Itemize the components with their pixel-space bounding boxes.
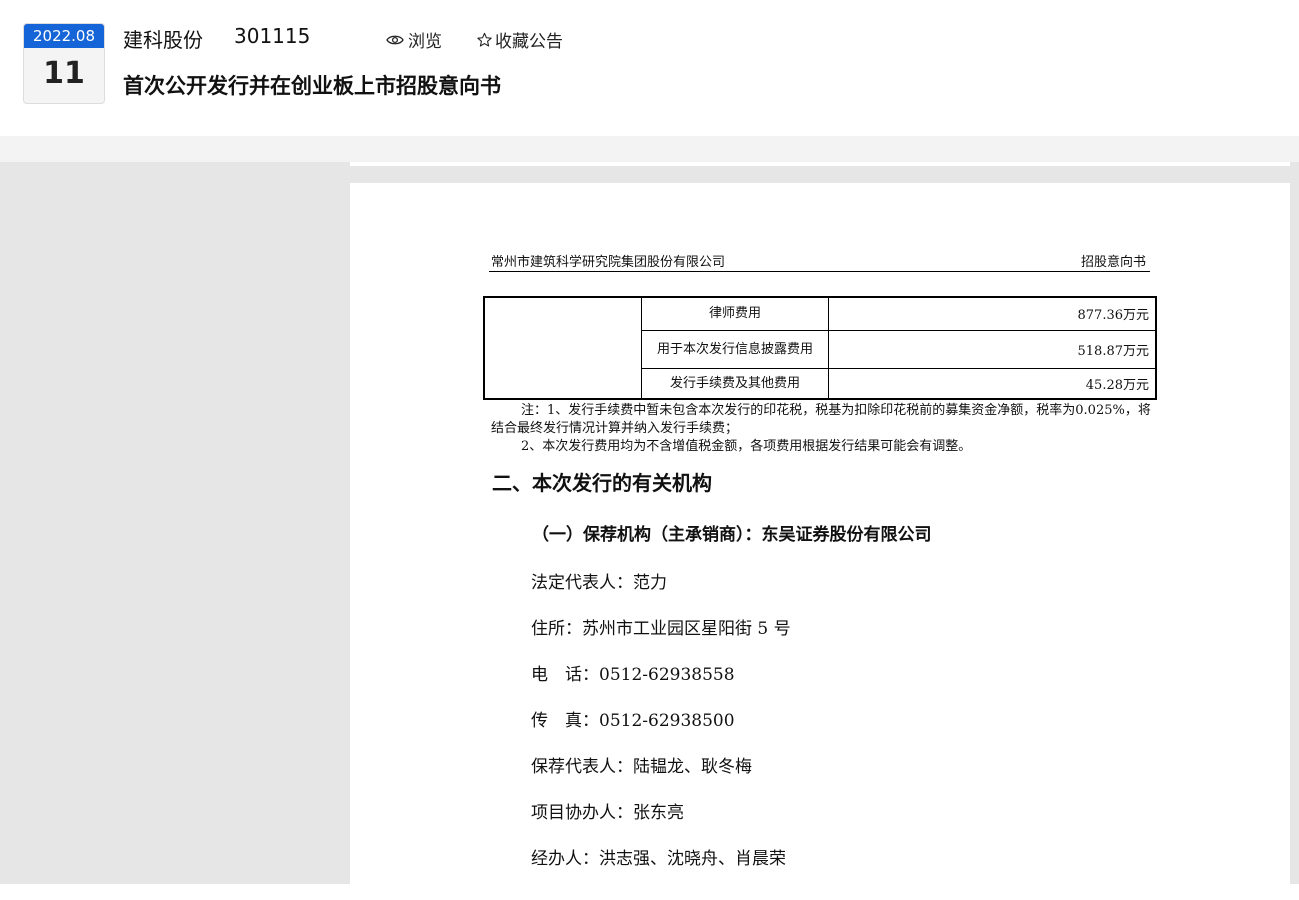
info-address: 住所：苏州市工业园区星阳街 5 号 [531,619,791,639]
doc-running-header: 常州市建筑科学研究院集团股份有限公司 招股意向书 [489,251,1150,272]
star-icon [477,32,492,47]
sub-heading: （一）保荐机构（主承销商）：东吴证券股份有限公司 [532,525,932,545]
note-line-2: 2、本次发行费用均为不含增值税金额，各项费用根据发行结果可能会有调整。 [521,439,972,454]
viewer-toolbar [0,136,1299,162]
fee-amount: 518.87万元 [828,329,1157,369]
browse-button[interactable]: 浏览 [386,27,442,52]
fee-notes: 注：1、发行手续费中暂未包含本次发行的印花税，税基为扣除印花税前的募集资金净额，… [491,402,1155,456]
info-phone: 电 话：0512-62938558 [531,665,735,685]
document-page: 常州市建筑科学研究院集团股份有限公司 招股意向书 律师费用 877.36万元 用… [350,183,1290,884]
company-name[interactable]: 建科股份 [123,24,203,53]
fee-amount: 877.36万元 [828,296,1157,331]
info-project-coordinator: 项目协办人：张东亮 [531,803,684,823]
date-day: 11 [43,56,85,91]
favorite-label: 收藏公告 [495,32,563,52]
browse-label: 浏览 [408,32,442,52]
bottom-strip [0,884,1299,900]
date-year-month: 2022.08 [24,24,104,48]
document-viewer[interactable]: 常州市建筑科学研究院集团股份有限公司 招股意向书 律师费用 877.36万元 用… [0,162,1299,884]
info-handlers: 经办人：洪志强、沈晓舟、肖晨荣 [531,849,786,869]
doc-header-doctype: 招股意向书 [1080,255,1146,270]
info-fax: 传 真：0512-62938500 [531,711,735,731]
fee-table-blank-cell [483,296,642,400]
fee-item: 用于本次发行信息披露费用 [641,329,829,369]
section-heading: 二、本次发行的有关机构 [492,471,712,495]
eye-icon [386,35,404,44]
fee-item: 律师费用 [641,296,829,331]
stock-code: 301115 [234,24,311,48]
fee-item: 发行手续费及其他费用 [641,367,829,400]
doc-header-company: 常州市建筑科学研究院集团股份有限公司 [491,255,726,270]
favorite-button[interactable]: 收藏公告 [476,27,563,52]
table-row: 律师费用 877.36万元 [483,296,1157,400]
fee-amount: 45.28万元 [828,367,1157,400]
fee-table: 律师费用 877.36万元 用于本次发行信息披露费用 518.87万元 发行手续… [483,296,1157,400]
info-legal-representative: 法定代表人：范力 [531,573,667,593]
previous-page-edge [350,162,1290,166]
date-badge: 2022.08 11 [23,23,105,104]
notice-title: 首次公开发行并在创业板上市招股意向书 [123,74,501,98]
announcement-header: 2022.08 11 建科股份 301115 浏览 收藏公告 首次公开发行并在创… [0,0,1299,136]
info-sponsor-representatives: 保荐代表人：陆韫龙、耿冬梅 [531,757,752,777]
note-line-1: 注：1、发行手续费中暂未包含本次发行的印花税，税基为扣除印花税前的募集资金净额，… [491,403,1151,436]
